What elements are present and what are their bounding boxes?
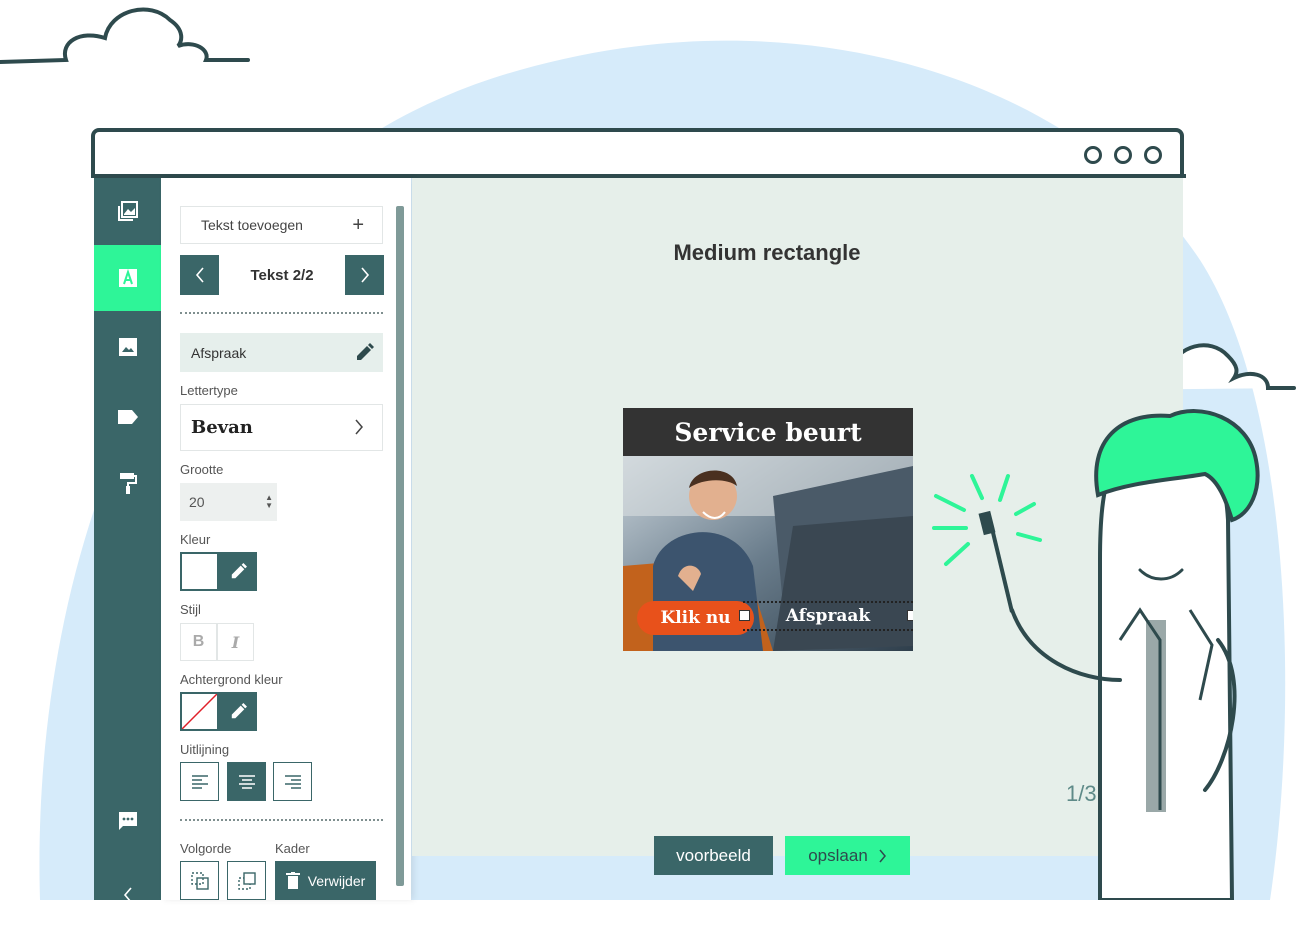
sidebar-item-gallery[interactable] xyxy=(94,178,161,244)
send-backward-icon xyxy=(190,871,209,890)
chat-icon xyxy=(118,812,137,830)
pencil-icon xyxy=(231,563,247,579)
banner-cta-button[interactable]: Klik nu xyxy=(637,601,754,635)
color-label: Kleur xyxy=(180,532,211,547)
save-label: opslaan xyxy=(808,845,868,865)
trash-icon xyxy=(285,872,300,889)
window-dot-icon[interactable] xyxy=(1114,146,1132,164)
bold-button[interactable]: B xyxy=(180,623,217,661)
resize-handle[interactable] xyxy=(907,610,913,621)
banner-headline[interactable]: Service beurt xyxy=(623,408,913,456)
chevron-right-icon xyxy=(360,267,369,283)
color-edit-button[interactable] xyxy=(219,552,257,591)
cloud-left xyxy=(0,7,250,64)
next-text-button[interactable] xyxy=(345,255,384,295)
window-dot-icon[interactable] xyxy=(1084,146,1102,164)
bring-forward-button[interactable] xyxy=(227,861,266,900)
font-selector[interactable]: Bevan xyxy=(180,404,383,451)
add-text-button[interactable]: Tekst toevoegen + xyxy=(180,206,383,244)
font-value: Bevan xyxy=(191,417,253,438)
save-button[interactable]: opslaan xyxy=(785,836,910,875)
preview-button[interactable]: voorbeeld xyxy=(654,836,773,875)
font-size-input[interactable]: 20 ▲ ▼ xyxy=(180,483,277,521)
sidebar-item-chat[interactable] xyxy=(94,788,161,854)
icon-sidebar xyxy=(94,178,161,903)
chevron-right-icon xyxy=(879,849,886,862)
stepper-icon[interactable]: ▲ ▼ xyxy=(265,494,273,510)
collapse-icon xyxy=(123,887,132,903)
sidebar-item-image[interactable] xyxy=(94,314,161,380)
align-center-button[interactable] xyxy=(227,762,266,801)
align-label: Uitlijning xyxy=(180,742,230,757)
text-icon xyxy=(118,268,137,287)
delete-button[interactable]: Verwijder xyxy=(275,861,376,900)
bg-color-label: Achtergrond kleur xyxy=(180,672,283,687)
selected-text-layer[interactable]: Afspraak xyxy=(773,601,883,631)
size-label: Grootte xyxy=(180,462,224,477)
text-nav-title: Tekst 2/2 xyxy=(250,266,314,284)
gallery-icon xyxy=(117,201,138,221)
pencil-icon xyxy=(231,703,247,719)
align-left-button[interactable] xyxy=(180,762,219,801)
align-left-icon xyxy=(191,774,208,789)
italic-button[interactable]: I xyxy=(217,623,254,661)
style-label: Stijl xyxy=(180,602,201,617)
frame-label: Kader xyxy=(275,841,310,856)
paint-roller-icon xyxy=(119,473,137,494)
background-color-picker[interactable] xyxy=(180,692,257,731)
chevron-right-icon xyxy=(355,419,363,435)
no-color-swatch[interactable] xyxy=(180,692,219,731)
bg-color-edit-button[interactable] xyxy=(219,692,257,731)
align-right-button[interactable] xyxy=(273,762,312,801)
font-label: Lettertype xyxy=(180,383,238,398)
edit-icon[interactable] xyxy=(355,343,374,362)
color-swatch[interactable] xyxy=(180,552,219,591)
sidebar-item-text[interactable] xyxy=(94,245,161,311)
divider xyxy=(180,819,383,821)
sidebar-collapse[interactable] xyxy=(94,862,161,928)
text-layer-name: Afspraak xyxy=(191,344,247,361)
order-label: Volgorde xyxy=(180,841,232,856)
window-dot-icon[interactable] xyxy=(1144,146,1162,164)
image-icon xyxy=(118,338,137,356)
text-color-picker[interactable] xyxy=(180,552,257,591)
plus-icon: + xyxy=(352,214,364,236)
window-controls xyxy=(1084,146,1162,164)
sidebar-item-style[interactable] xyxy=(94,450,161,516)
font-size-value: 20 xyxy=(189,494,205,510)
bring-forward-icon xyxy=(237,871,256,890)
chevron-left-icon xyxy=(195,267,204,283)
add-text-label: Tekst toevoegen xyxy=(201,217,303,233)
canvas-title: Medium rectangle xyxy=(673,240,861,265)
label-icon xyxy=(117,410,138,424)
page-counter: 1/3 xyxy=(1066,781,1097,806)
text-layer-name-field[interactable]: Afspraak xyxy=(180,333,383,372)
delete-label: Verwijder xyxy=(307,872,366,889)
resize-handle[interactable] xyxy=(739,610,750,621)
divider xyxy=(180,312,383,314)
align-center-icon xyxy=(238,774,255,789)
prev-text-button[interactable] xyxy=(180,255,219,295)
align-right-icon xyxy=(284,774,301,789)
sidebar-item-label[interactable] xyxy=(94,384,161,450)
no-color-icon xyxy=(182,694,217,729)
panel-scrollbar[interactable] xyxy=(396,206,404,886)
send-backward-button[interactable] xyxy=(180,861,219,900)
browser-titlebar xyxy=(91,128,1184,176)
banner-preview[interactable]: Service beurt Klik nu Afspraak xyxy=(623,408,913,651)
